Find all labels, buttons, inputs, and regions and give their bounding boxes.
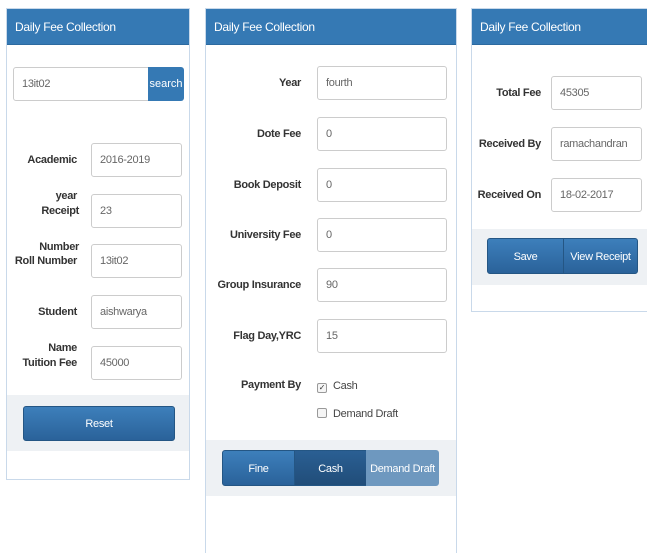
- tab-cash[interactable]: Cash: [294, 450, 367, 486]
- flag-day-row: Flag Day,YRC 15: [206, 318, 456, 354]
- student-name-row: Student Name aishwarya: [7, 294, 189, 354]
- panel-student-info: Daily Fee Collection 13it02 search Acade…: [6, 8, 190, 480]
- tab-fine[interactable]: Fine: [222, 450, 295, 486]
- panel-receipt: Daily Fee Collection Total Fee 45305 Rec…: [471, 8, 647, 312]
- received-by-label: Received By: [478, 138, 541, 150]
- received-on-input[interactable]: 18-02-2017: [551, 178, 642, 212]
- group-insurance-label: Group Insurance: [217, 279, 301, 291]
- book-deposit-label: Book Deposit: [233, 179, 302, 191]
- year-row: Year fourth: [206, 65, 456, 101]
- tuition-fee-row: Tuition Fee 45000: [7, 345, 189, 381]
- view-receipt-button[interactable]: View Receipt: [563, 238, 638, 274]
- group-insurance-row: Group Insurance 90: [206, 267, 456, 303]
- flag-day-label: Flag Day,YRC: [233, 330, 301, 342]
- dote-fee-row: Dote Fee 0: [206, 116, 456, 152]
- demand-draft-checkbox-option[interactable]: Demand Draft: [317, 406, 398, 422]
- save-button[interactable]: Save: [487, 238, 564, 274]
- received-on-label: Received On: [477, 189, 542, 201]
- roll-number-row: Roll Number 13it02: [7, 243, 189, 279]
- year-input[interactable]: fourth: [317, 66, 447, 100]
- cash-checkbox-option[interactable]: ✓ Cash: [317, 378, 358, 394]
- total-fee-row: Total Fee 45305: [472, 75, 647, 111]
- book-deposit-input[interactable]: 0: [317, 168, 447, 202]
- university-fee-row: University Fee 0: [206, 217, 456, 253]
- university-fee-input[interactable]: 0: [317, 218, 447, 252]
- checkbox-unchecked-icon[interactable]: [317, 408, 327, 418]
- search-button[interactable]: search: [148, 67, 184, 101]
- received-by-input[interactable]: ramachandran: [551, 127, 642, 161]
- tab-demand-draft[interactable]: Demand Draft: [366, 450, 439, 486]
- year-label: Year: [278, 77, 301, 89]
- received-on-row: Received On 18-02-2017: [472, 177, 647, 213]
- flag-day-input[interactable]: 15: [317, 319, 447, 353]
- dote-fee-input[interactable]: 0: [317, 117, 447, 151]
- receipt-number-input[interactable]: 23: [91, 194, 182, 228]
- tuition-fee-input[interactable]: 45000: [91, 346, 182, 380]
- academic-year-label: Academic year: [27, 154, 77, 202]
- panel-fee-details: Daily Fee Collection Year fourth Dote Fe…: [205, 8, 457, 553]
- roll-number-label: Roll Number: [14, 255, 77, 267]
- panel-title: Daily Fee Collection: [7, 9, 189, 45]
- panel-title: Daily Fee Collection: [472, 9, 647, 45]
- dote-fee-label: Dote Fee: [256, 128, 301, 140]
- student-name-label: Student Name: [38, 306, 77, 354]
- receipt-number-row: Receipt Number 23: [7, 193, 189, 253]
- university-fee-label: University Fee: [229, 229, 301, 241]
- total-fee-input[interactable]: 45305: [551, 76, 642, 110]
- reset-button[interactable]: Reset: [23, 406, 175, 441]
- student-name-input[interactable]: aishwarya: [91, 295, 182, 329]
- academic-year-row: Academic year 2016-2019: [7, 142, 189, 202]
- book-deposit-row: Book Deposit 0: [206, 167, 456, 203]
- academic-year-input[interactable]: 2016-2019: [91, 143, 182, 177]
- panel-title: Daily Fee Collection: [206, 9, 456, 45]
- checkbox-checked-icon[interactable]: ✓: [317, 383, 327, 393]
- total-fee-label: Total Fee: [496, 87, 541, 99]
- received-by-row: Received By ramachandran: [472, 126, 647, 162]
- receipt-number-label: Receipt Number: [39, 205, 79, 253]
- payment-by-label: Payment By: [241, 379, 301, 391]
- roll-number-input[interactable]: 13it02: [91, 244, 182, 278]
- tuition-fee-label: Tuition Fee: [22, 357, 77, 369]
- search-input[interactable]: 13it02: [13, 67, 155, 101]
- cash-option-label: Cash: [333, 380, 358, 392]
- demand-draft-option-label: Demand Draft: [333, 408, 398, 420]
- group-insurance-input[interactable]: 90: [317, 268, 447, 302]
